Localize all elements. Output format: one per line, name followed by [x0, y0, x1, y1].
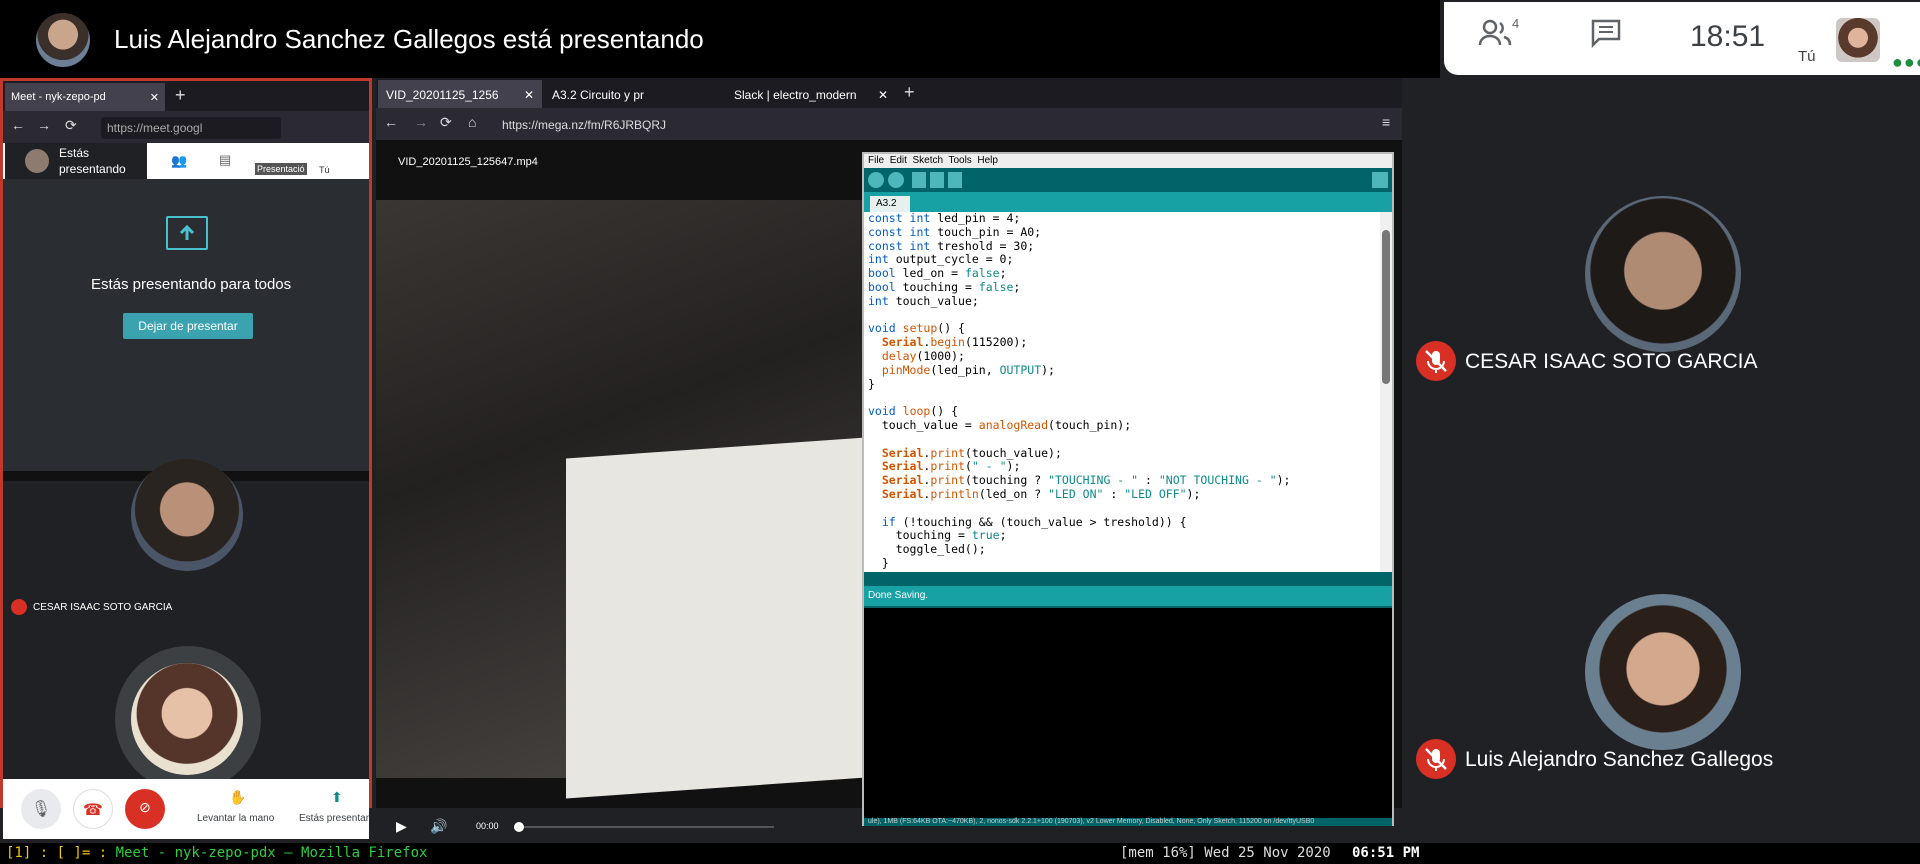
serial-monitor-icon[interactable]: [1372, 172, 1388, 188]
tab-label: A3.2 Circuito y pr: [552, 88, 645, 102]
verify-icon[interactable]: [868, 172, 884, 188]
video-filename: VID_20201125_125647.mp4: [398, 156, 538, 168]
system-clock: 06:51 PM: [1352, 845, 1420, 861]
hand-icon[interactable]: ✋: [229, 789, 246, 806]
scrollbar-thumb[interactable]: [1382, 230, 1390, 384]
sketch-tab[interactable]: A3.2: [870, 196, 910, 212]
forward-icon[interactable]: →: [37, 117, 51, 133]
presenting-short-label[interactable]: Estás presentan: [299, 813, 369, 824]
tab-label: Meet - nyk-zepo-pd: [11, 91, 106, 103]
participant-avatar: [1585, 196, 1741, 352]
arduino-tab-row: [864, 192, 1392, 212]
menu-file[interactable]: File: [868, 155, 884, 166]
mini-presentation-label: Presentació: [255, 163, 307, 175]
raise-hand-label[interactable]: Levantar la mano: [197, 813, 274, 824]
arduino-ide: File Edit Sketch Tools Help A3.2 const i…: [862, 152, 1394, 826]
mini-self-label: Tú: [319, 165, 330, 175]
time-display: 00:00: [476, 821, 499, 831]
mic-off-icon: [1416, 739, 1456, 779]
url-bar[interactable]: https://mega.nz/fm/R6JRBQRJ: [494, 114, 1194, 136]
seek-handle[interactable]: [514, 822, 524, 832]
active-window-title: Meet - nyk-zepo-pdx — Mozilla Firefox: [115, 845, 428, 861]
tab-bar: VID_20201125_1256 ✕ A3.2 Circuito y pr S…: [376, 78, 1402, 108]
board-info: ule), 1MB (FS:64KB OTA:~470KB), 2, nonos…: [864, 818, 1392, 826]
close-icon[interactable]: ✕: [878, 88, 888, 102]
more-icon[interactable]: ●●●: [1892, 52, 1920, 73]
mic-off-icon: [11, 599, 27, 615]
new-icon[interactable]: [912, 172, 926, 188]
presenter-avatar: [25, 149, 49, 173]
close-icon[interactable]: ✕: [524, 88, 534, 102]
arduino-menu: File Edit Sketch Tools Help: [864, 154, 1392, 168]
participant-avatar: [1585, 594, 1741, 750]
tab-slack[interactable]: Slack | electro_modern ✕: [726, 80, 896, 108]
back-icon[interactable]: ←: [11, 117, 25, 133]
menu-sketch[interactable]: Sketch: [912, 155, 943, 166]
chat-icon[interactable]: [1590, 18, 1622, 55]
reload-icon[interactable]: ⟳: [440, 114, 452, 131]
save-icon[interactable]: [948, 172, 962, 188]
forward-icon[interactable]: →: [414, 114, 428, 130]
participants-panel: CESAR ISAAC SOTO GARCIA Luis Alejandro S…: [1404, 78, 1920, 843]
meeting-controls: 4 18:51 Tú ●●●: [1444, 2, 1920, 75]
present-icon: [166, 216, 208, 250]
camera-off-icon[interactable]: ⊘: [125, 789, 165, 829]
left-url-bar[interactable]: https://meet.googl: [101, 117, 281, 139]
presenter-text: Luis Alejandro Sanchez Gallegos está pre…: [114, 24, 704, 54]
status-bar: Done Saving.: [864, 586, 1392, 606]
stop-presenting-button[interactable]: Dejar de presentar: [123, 313, 253, 339]
menu-edit[interactable]: Edit: [890, 155, 907, 166]
workspace-indicator: [1] : [ ]= :: [6, 845, 116, 861]
participant-name: Luis Alejandro Sanchez Gallegos: [1465, 748, 1774, 771]
clock: 18:51: [1690, 20, 1766, 53]
home-icon[interactable]: ⌂: [468, 114, 476, 130]
console-output: [864, 608, 1392, 820]
window-manager-status: [1] : [ ]= : Meet - nyk-zepo-pdx — Mozil…: [0, 843, 1920, 864]
new-tab-icon[interactable]: +: [904, 82, 915, 103]
tab-meet[interactable]: Meet - nyk-zepo-pd ✕: [5, 83, 165, 111]
bottom-controls: 🎙 ☎ ⊘ ✋ Levantar la mano ⬆ Estás present…: [3, 779, 369, 839]
self-label: Tú: [1798, 48, 1816, 65]
play-icon[interactable]: ▶: [396, 818, 407, 835]
presenting-label: Estás presentando: [59, 146, 126, 176]
open-icon[interactable]: [930, 172, 944, 188]
seek-bar[interactable]: [514, 826, 774, 828]
meet-window: Meet - nyk-zepo-pd ✕ + ← → ⟳ https://mee…: [0, 78, 372, 839]
self-avatar: [131, 663, 243, 775]
new-tab-icon[interactable]: +: [175, 85, 186, 106]
tab-circuito[interactable]: A3.2 Circuito y pr: [544, 80, 708, 108]
participant-name: CESAR ISAAC SOTO GARCIA: [33, 602, 173, 613]
present-icon[interactable]: ⬆: [331, 789, 343, 806]
people-icon[interactable]: 👥: [171, 153, 187, 169]
volume-icon[interactable]: 🔊: [430, 818, 447, 835]
reload-icon[interactable]: ⟳: [65, 117, 77, 134]
hangup-icon[interactable]: ☎: [73, 789, 113, 829]
mic-off-icon: [1416, 341, 1456, 381]
mini-presenter: Estás presentando: [5, 143, 147, 179]
menu-icon[interactable]: ≡: [1382, 114, 1390, 130]
sharing-message: Estás presentando para todos: [91, 276, 292, 293]
people-icon[interactable]: [1478, 18, 1514, 55]
upload-icon[interactable]: [888, 172, 904, 188]
tab-label: Slack | electro_modern: [734, 88, 857, 102]
system-info: [mem 16%] Wed 25 Nov 2020: [1120, 845, 1331, 861]
chat-icon[interactable]: ▤: [219, 152, 231, 168]
arduino-toolbar: [864, 168, 1392, 192]
back-icon[interactable]: ←: [384, 114, 398, 130]
participant-avatar: [131, 459, 243, 571]
left-tab-bar: Meet - nyk-zepo-pd ✕ +: [3, 81, 369, 111]
self-avatar[interactable]: [1836, 18, 1880, 62]
code-editor[interactable]: const int led_pin = 4; const int touch_p…: [864, 212, 1380, 572]
menu-help[interactable]: Help: [977, 155, 998, 166]
people-count: 4: [1512, 16, 1520, 31]
menu-tools[interactable]: Tools: [948, 155, 971, 166]
tab-video[interactable]: VID_20201125_1256 ✕: [378, 80, 542, 108]
breadboard-image: [566, 437, 866, 799]
presenter-avatar: [36, 13, 90, 67]
mic-off-icon[interactable]: 🎙: [21, 789, 61, 829]
presenter-banner: Luis Alejandro Sanchez Gallegos está pre…: [0, 0, 1440, 78]
participant-name: CESAR ISAAC SOTO GARCIA: [1465, 350, 1758, 373]
tab-label: VID_20201125_1256: [386, 88, 499, 102]
close-icon[interactable]: ✕: [150, 91, 159, 104]
